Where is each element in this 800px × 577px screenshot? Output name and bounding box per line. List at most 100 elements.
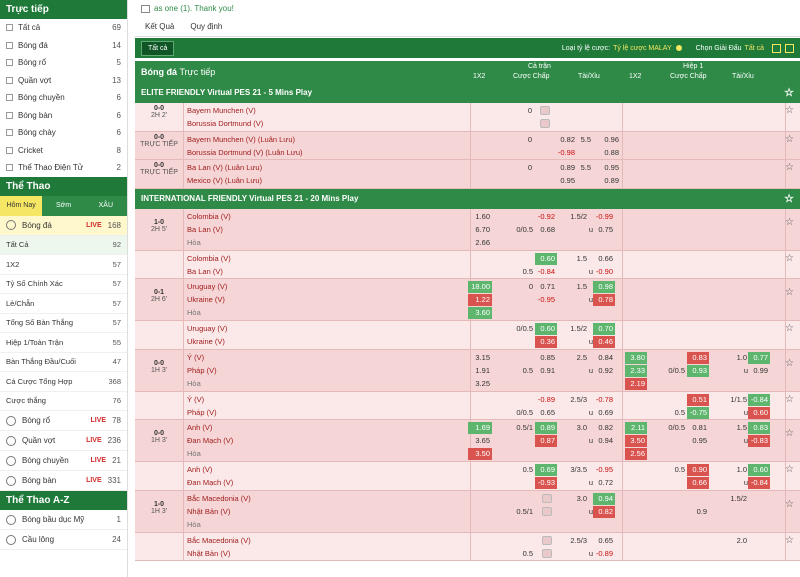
h1-over-odds[interactable]: 0.77 [748,351,770,364]
h1-draw-odds[interactable]: 2.19 [625,377,647,390]
away-team[interactable]: Ba Lan (V) [187,223,223,237]
under-odds[interactable]: 0.46 [593,336,615,348]
bet-type-item[interactable]: Cá Cược Tổng Hợp 368 [0,372,127,392]
ft-away-win-odds[interactable]: 3.65 [468,435,492,447]
under-odds[interactable]: 0.82 [593,505,615,518]
live-sport-item[interactable]: Tất cả 69 [0,19,127,37]
bet-type-item[interactable]: 1X2 57 [0,255,127,275]
home-odds[interactable]: 0.82 [547,134,577,146]
favorite-star-icon[interactable]: ☆ [785,394,794,405]
under-odds[interactable]: 0.92 [593,365,615,377]
home-team[interactable]: Anh (V) [187,463,212,477]
under-odds[interactable]: 0.94 [593,435,615,447]
away-team[interactable]: Pháp (V) [187,364,217,378]
favorite-star-icon[interactable]: ☆ [785,134,794,145]
away-team[interactable]: Ukraine (V) [187,293,225,307]
h1-away-win-odds[interactable]: 2.33 [625,364,647,377]
favorite-star-icon[interactable]: ☆ [785,464,794,475]
ft-home-win-odds[interactable]: 18.00 [468,281,492,293]
over-odds[interactable]: 0.98 [593,281,615,293]
ft-away-win-odds[interactable]: 1.91 [468,365,492,377]
home-odds[interactable]: 0.89 [547,162,577,174]
handicap-away-odds[interactable]: 0.91 [535,365,557,377]
home-team[interactable]: Anh (V) [187,421,212,435]
ft-home-win-odds[interactable]: 1.60 [468,211,492,223]
sport-item[interactable]: Bóng rổ LIVE 78 [0,411,127,431]
home-team[interactable]: Ý (V) [187,393,204,407]
away-team[interactable]: Mexico (V) (Luân Lưu) [187,174,262,188]
odds-type-select[interactable]: Tỷ lệ cược MALAY [613,45,672,52]
favorite-star-icon[interactable]: ☆ [784,83,794,103]
live-sport-item[interactable]: Bóng chày 6 [0,124,127,142]
h1-handicap-home-odds[interactable]: 0.81 [687,422,709,434]
away-odds[interactable]: -0.98 [547,147,577,159]
home-team[interactable]: Bayern Munchen (V) (Luân Lưu) [187,133,295,147]
home-team[interactable]: Uruguay (V) [187,280,227,294]
h1-under-odds[interactable]: 0.60 [748,406,770,419]
live-sport-item[interactable]: Cricket 8 [0,142,127,160]
under-odds[interactable]: -0.89 [593,548,615,560]
home-team[interactable]: Ba Lan (V) (Luân Lưu) [187,161,262,175]
h1-draw-odds[interactable]: 2.56 [625,448,647,460]
h1-handicap-home-odds[interactable]: 0.83 [687,351,709,364]
live-sport-item[interactable]: Bóng rổ 5 [0,54,127,72]
checkbox-icon[interactable] [6,76,13,84]
over-odds[interactable]: 0.65 [593,535,615,547]
ft-draw-odds[interactable]: 3.25 [468,378,492,390]
ft-draw-odds[interactable]: 3.60 [468,307,492,319]
checkbox-icon[interactable] [6,24,13,32]
h1-home-win-odds[interactable]: 3.80 [625,351,647,364]
handicap-away-odds[interactable]: -0.95 [535,294,557,306]
sport-item[interactable]: Bóng bàn LIVE 331 [0,471,127,491]
over-odds[interactable]: 0.96 [595,134,621,146]
h1-over-odds[interactable]: -0.84 [748,393,770,406]
all-tab[interactable]: Tất cả [141,40,175,56]
favorite-star-icon[interactable]: ☆ [785,287,794,298]
bet-type-item[interactable]: Cược thắng 76 [0,392,127,411]
handicap-home-odds[interactable]: 0.69 [535,464,557,476]
favorite-star-icon[interactable]: ☆ [785,535,794,546]
handicap-away-odds[interactable]: 0.65 [535,407,557,419]
h1-under-odds[interactable]: -0.83 [748,435,770,447]
bet-type-item[interactable]: Tỷ Số Chính Xác 57 [0,275,127,294]
checkbox-icon[interactable] [6,164,13,172]
bet-type-item[interactable]: Lẻ/Chẵn 57 [0,294,127,314]
away-team[interactable]: Đan Mạch (V) [187,476,233,490]
under-odds[interactable]: -0.90 [593,266,615,278]
over-odds[interactable]: 0.84 [593,352,615,364]
under-odds[interactable]: 0.89 [595,175,621,187]
bet-type-item[interactable]: Hiệp 1/Toàn Trận 55 [0,333,127,353]
h1-handicap-away-odds[interactable]: -0.75 [687,406,709,419]
checkbox-icon[interactable] [6,111,13,119]
bet-type-item[interactable]: Tổng Số Bàn Thắng 57 [0,314,127,333]
favorite-star-icon[interactable]: ☆ [785,323,794,334]
home-team[interactable]: Uruguay (V) [187,322,227,336]
h1-handicap-away-odds[interactable]: 0.93 [687,364,709,377]
handicap-home-odds[interactable]: 0.85 [535,352,557,364]
away-team[interactable]: Ba Lan (V) [187,265,223,279]
handicap-away-odds[interactable]: 0.36 [535,336,557,348]
live-sport-item[interactable]: Bóng bàn 6 [0,107,127,125]
handicap-home-odds[interactable]: -0.92 [535,211,557,223]
handicap-away-odds[interactable]: 0.68 [535,224,557,236]
favorite-star-icon[interactable]: ☆ [784,189,794,209]
handicap-home-odds[interactable]: 0.60 [535,323,557,335]
checkbox-icon[interactable] [6,129,13,137]
h1-handicap-away-odds[interactable]: 0.95 [687,435,709,447]
over-odds[interactable]: -0.78 [593,394,615,406]
away-odds[interactable]: 0.95 [547,175,577,187]
ft-away-win-odds[interactable]: 6.70 [468,224,492,236]
under-odds[interactable]: 0.69 [593,407,615,419]
h1-handicap-away-odds[interactable]: 0.9 [687,506,709,518]
over-odds[interactable]: -0.99 [593,211,615,223]
away-team[interactable]: Nhật Bản (V) [187,505,230,519]
favorite-star-icon[interactable]: ☆ [785,358,794,369]
h1-over-odds[interactable]: 0.83 [748,422,770,434]
checkbox-icon[interactable] [6,59,13,67]
under-odds[interactable]: 0.75 [593,224,615,236]
home-team[interactable]: Ý (V) [187,351,204,365]
ft-home-win-odds[interactable]: 1.69 [468,422,492,434]
over-odds[interactable]: 0.66 [593,253,615,265]
away-team[interactable]: Borussia Dortmund (V) [187,117,263,131]
favorite-star-icon[interactable]: ☆ [785,105,794,116]
